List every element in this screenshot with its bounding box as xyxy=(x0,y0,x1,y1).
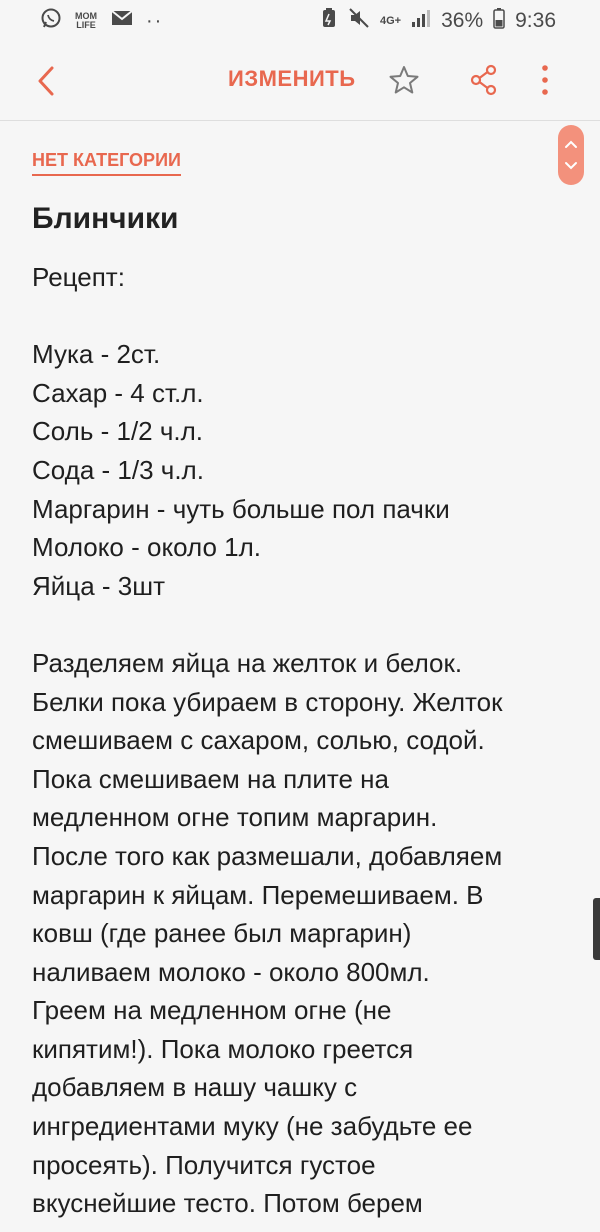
instruction-line: ингредиентами муку (не забудьте ее xyxy=(32,1111,473,1142)
favorite-button[interactable] xyxy=(388,64,420,96)
mute-icon xyxy=(348,7,370,35)
status-dots: ·· xyxy=(146,9,164,32)
star-icon xyxy=(389,66,419,94)
back-button[interactable] xyxy=(30,64,64,98)
instruction-line: смешиваем с сахаром, солью, содой. xyxy=(32,725,485,756)
status-bar: MOM LIFE ·· 4G+ 36% 9:36 xyxy=(0,0,600,42)
more-vertical-icon xyxy=(542,65,548,95)
whatsapp-icon xyxy=(40,7,62,35)
more-options-button[interactable] xyxy=(535,64,555,96)
ingredient-line: Маргарин - чуть больше пол пачки xyxy=(32,493,450,524)
instruction-line: просеять). Получится густое xyxy=(32,1149,376,1180)
scroll-arrows-icon xyxy=(565,140,577,170)
instruction-line: добавляем в нашу чашку с xyxy=(32,1072,358,1103)
share-button[interactable] xyxy=(470,64,498,96)
mom-life-icon: MOM LIFE xyxy=(75,11,97,30)
instruction-line: наливаем молоко - около 800мл. xyxy=(32,956,430,987)
edge-panel-handle[interactable] xyxy=(593,898,600,960)
instruction-line: маргарин к яйцам. Перемешиваем. В xyxy=(32,879,484,910)
signal-icon xyxy=(411,8,431,34)
edit-button[interactable]: ИЗМЕНИТЬ xyxy=(228,66,356,92)
toolbar: ИЗМЕНИТЬ xyxy=(0,42,600,121)
instruction-line: После того как размешали, добавляем xyxy=(32,840,503,871)
category-link[interactable]: НЕТ КАТЕГОРИИ xyxy=(32,150,181,176)
share-icon xyxy=(470,64,497,96)
ingredient-line: Мука - 2ст. xyxy=(32,339,161,370)
battery-percent: 36% xyxy=(441,9,484,32)
instruction-line: Греем на медленном огне (не xyxy=(32,995,392,1026)
status-right-icons: 4G+ 36% 9:36 xyxy=(320,7,600,35)
battery-icon xyxy=(493,7,505,35)
note-title: Блинчики xyxy=(32,202,179,235)
ingredient-line: Яйца - 3шт xyxy=(32,570,165,601)
note-body[interactable]: Рецепт: Мука - 2ст. Сахар - 4 ст.л. Соль… xyxy=(32,258,572,1223)
instruction-line: вкуснейшие тесто. Потом берем xyxy=(32,1188,423,1219)
instruction-line: Пока смешиваем на плите на xyxy=(32,763,389,794)
recipe-heading: Рецепт: xyxy=(32,262,125,292)
instruction-line: ковш (где ранее был маргарин) xyxy=(32,918,412,949)
ingredient-line: Сахар - 4 ст.л. xyxy=(32,377,204,408)
clock: 9:36 xyxy=(515,9,556,32)
status-left-icons: MOM LIFE ·· xyxy=(0,7,163,35)
instruction-line: Разделяем яйца на желток и белок. xyxy=(32,647,463,678)
ingredient-line: Сода - 1/3 ч.л. xyxy=(32,454,204,485)
network-type: 4G+ xyxy=(379,15,402,27)
battery-saver-icon xyxy=(320,7,338,35)
instruction-line: кипятим!). Пока молоко греется xyxy=(32,1033,414,1064)
mail-icon xyxy=(110,8,134,34)
instruction-line: медленном огне топим маргарин. xyxy=(32,802,438,833)
back-arrow-icon xyxy=(38,66,54,96)
ingredient-line: Молоко - около 1л. xyxy=(32,532,262,563)
ingredient-line: Соль - 1/2 ч.л. xyxy=(32,416,204,447)
scroll-handle[interactable] xyxy=(558,125,584,185)
instruction-line: Белки пока убираем в сторону. Желток xyxy=(32,686,503,717)
